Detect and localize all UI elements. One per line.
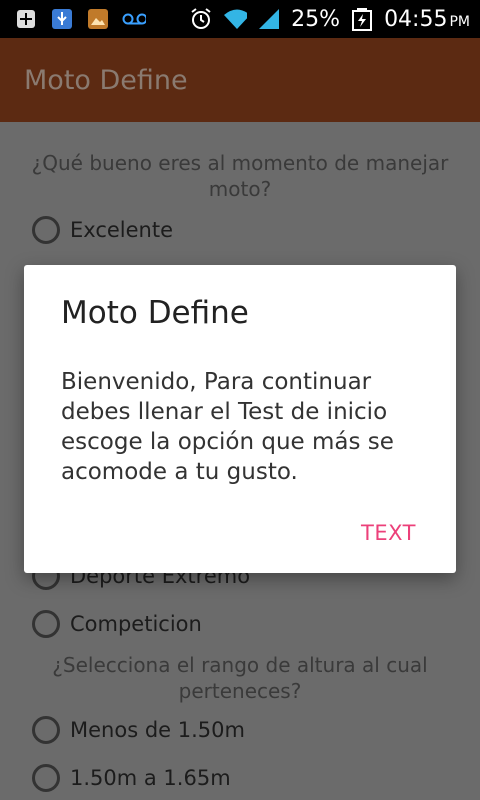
option-label: Menos de 1.50m — [70, 718, 245, 742]
option-competicion[interactable]: Competicion — [32, 610, 202, 638]
radio-button[interactable] — [32, 216, 60, 244]
wifi-icon — [223, 7, 248, 31]
welcome-dialog: Moto Define Bienvenido, Para continuar d… — [24, 265, 456, 573]
gallery-icon — [86, 7, 110, 31]
radio-button[interactable] — [32, 610, 60, 638]
option-label: Excelente — [70, 218, 174, 242]
status-bar: 25% 04:55 PM — [0, 0, 480, 38]
option-label: 1.50m a 1.65m — [70, 766, 231, 790]
question-1: ¿Qué bueno eres al momento de manejar mo… — [31, 151, 449, 201]
radio-button[interactable] — [32, 764, 60, 792]
question-2: ¿Selecciona el rango de altura al cual p… — [52, 653, 428, 703]
dialog-title: Moto Define — [61, 295, 249, 331]
add-box-icon — [14, 7, 38, 31]
clock-time: 04:55 — [384, 6, 448, 32]
option-menos-150[interactable]: Menos de 1.50m — [32, 716, 245, 744]
battery-percent: 25% — [291, 6, 341, 32]
app-title: Moto Define — [24, 64, 188, 96]
clock-ampm: PM — [449, 13, 470, 30]
voicemail-icon — [122, 7, 146, 31]
option-excelente[interactable]: Excelente — [32, 216, 173, 244]
dialog-message: Bienvenido, Para continuar debes llenar … — [61, 369, 394, 485]
alarm-icon — [189, 7, 213, 31]
app-bar: Moto Define — [0, 38, 480, 122]
dialog-text-button[interactable]: TEXT — [361, 521, 416, 545]
battery-charging-icon — [350, 7, 374, 31]
option-150-165[interactable]: 1.50m a 1.65m — [32, 764, 231, 792]
signal-icon — [257, 7, 281, 31]
option-label: Competicion — [70, 612, 202, 636]
clock: 04:55 PM — [384, 7, 470, 32]
radio-button[interactable] — [32, 716, 60, 744]
usb-icon — [50, 7, 74, 31]
